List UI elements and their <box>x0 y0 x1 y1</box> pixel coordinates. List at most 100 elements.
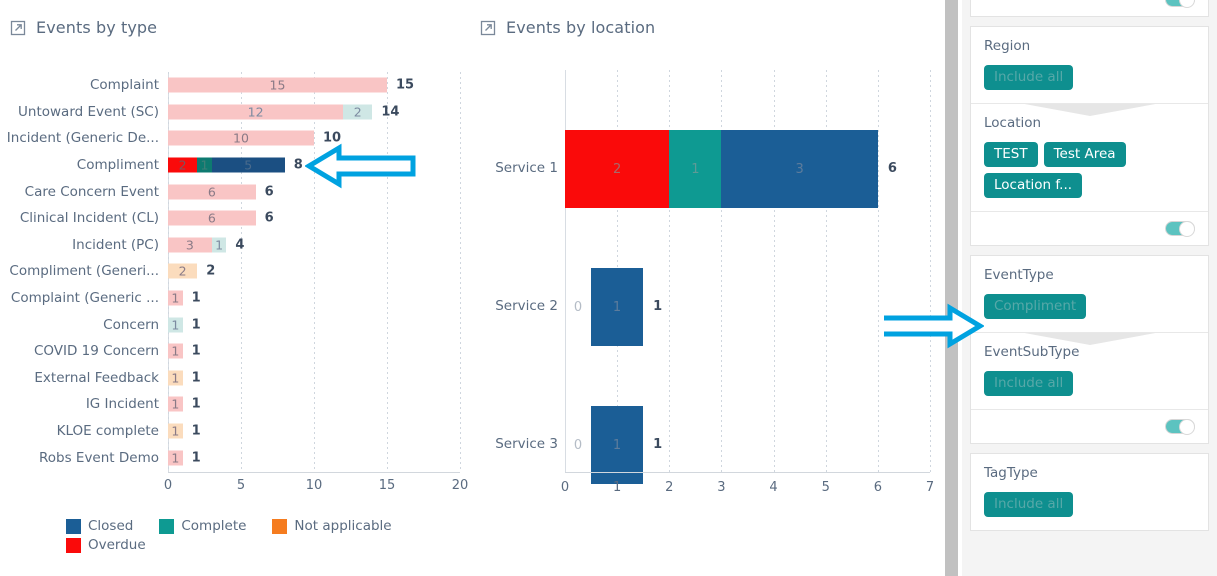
filter-sidebar: Region Include all Location TEST Test Are… <box>962 0 1217 576</box>
x-tick-label: 0 <box>560 480 570 495</box>
bar-category-label: Untoward Event (SC) <box>18 103 159 120</box>
bar-segment[interactable]: 1 <box>168 423 183 439</box>
bar-total-label: 1 <box>191 450 201 466</box>
bar-segment[interactable]: 0 <box>565 268 591 346</box>
table-row: External Feedback 1 1 <box>0 365 460 392</box>
filter-chip[interactable]: TEST <box>984 142 1038 167</box>
events-by-location-title: Events by location <box>506 18 656 37</box>
bar-total-label: 6 <box>264 210 274 226</box>
legend-item[interactable]: Overdue <box>66 537 146 553</box>
bar-stack: 15 <box>168 77 387 93</box>
dashboard-root: Events by type Complaint 15 15 Untoward … <box>0 0 1217 576</box>
bar-segment[interactable]: 1 <box>168 396 183 412</box>
filter-chip-group: TEST Test Area Location f... <box>984 142 1195 198</box>
bar-segment[interactable]: 1 <box>197 157 212 173</box>
legend-item[interactable]: Complete <box>159 518 246 534</box>
filter-card-partial-top <box>970 0 1209 17</box>
table-row: KLOE complete 1 1 <box>0 418 460 445</box>
bar-category-label: Concern <box>103 316 159 333</box>
bar-segment[interactable]: 1 <box>168 290 183 306</box>
bar-segment[interactable]: 1 <box>669 130 722 208</box>
bar-total-label: 1 <box>191 396 201 412</box>
bar-segment[interactable]: 1 <box>168 370 183 386</box>
bar-segment[interactable]: 1 <box>211 237 227 253</box>
legend-item[interactable]: Not applicable <box>272 518 392 534</box>
filter-section: Region Include all <box>971 27 1208 104</box>
toggle-row <box>971 0 1208 16</box>
toggle-row <box>971 410 1208 443</box>
bar-total-label: 1 <box>191 343 201 359</box>
bar-segment[interactable]: 1 <box>168 450 183 466</box>
bar-total-label: 1 <box>191 423 201 439</box>
page-scrollbar[interactable] <box>941 0 962 576</box>
x-tick-label: 7 <box>925 480 935 495</box>
filter-chip[interactable]: Include all <box>984 492 1074 517</box>
bar-category-label: External Feedback <box>34 369 159 386</box>
events-by-type-header: Events by type <box>0 0 470 37</box>
bar-segment[interactable]: 1 <box>591 268 644 346</box>
toggle-knob <box>1179 221 1195 237</box>
bar-stack: 213 <box>565 130 878 208</box>
popout-icon[interactable] <box>10 19 27 36</box>
bar-segment[interactable]: 3 <box>721 130 878 208</box>
legend-item[interactable]: Closed <box>66 518 133 534</box>
bar-segment[interactable]: 2 <box>343 104 373 120</box>
bar-segment[interactable]: 15 <box>168 77 387 93</box>
x-tick-label: 20 <box>451 478 469 493</box>
filter-chip[interactable]: Location f... <box>984 173 1083 198</box>
bar-total-label: 4 <box>235 237 245 253</box>
events-by-location-panel: Events by location Service 1 213 6 Servi… <box>470 0 1217 576</box>
filter-card: Region Include all Location TEST Test Are… <box>970 26 1209 246</box>
bar-segment[interactable]: 5 <box>211 157 285 173</box>
filter-section: EventSubType Include all <box>971 333 1208 410</box>
legend-label: Closed <box>88 518 134 534</box>
filter-chip[interactable]: Include all <box>984 371 1074 396</box>
toggle-knob <box>1179 0 1195 8</box>
bar-track: 31 4 <box>168 232 460 259</box>
gridline <box>460 72 461 472</box>
bar-track: 1 1 <box>168 285 460 312</box>
table-row: Clinical Incident (CL) 6 6 <box>0 205 460 232</box>
x-tick-label: 6 <box>873 480 882 495</box>
filter-chip[interactable]: Include all <box>984 65 1074 90</box>
bar-stack: 6 <box>168 210 256 226</box>
filter-chip[interactable]: Compliment <box>984 294 1087 319</box>
bar-category-label: Incident (Generic De... <box>6 130 159 147</box>
bar-stack: 01 <box>565 268 644 346</box>
bar-stack: 31 <box>168 237 227 253</box>
bar-category-label: COVID 19 Concern <box>33 343 159 360</box>
filter-toggle[interactable] <box>1165 419 1195 435</box>
bar-category-label: Service 1 <box>495 160 558 176</box>
bar-track: 1 1 <box>168 311 460 338</box>
toggle-knob <box>1179 419 1195 435</box>
chart2-x-axis-line <box>565 472 930 473</box>
popout-icon[interactable] <box>480 19 497 36</box>
bar-segment[interactable]: 1 <box>168 317 183 333</box>
filter-toggle[interactable] <box>1165 221 1195 237</box>
bar-segment[interactable]: 2 <box>565 130 670 208</box>
bar-total-label: 1 <box>191 317 201 333</box>
bar-stack: 12 2 <box>168 104 373 120</box>
bar-segment[interactable]: 3 <box>168 237 212 253</box>
bar-segment[interactable]: 12 <box>168 104 344 120</box>
top-toggle[interactable] <box>1165 0 1195 8</box>
bar-category-label: Care Concern Event <box>24 183 159 200</box>
filter-chip-group: Include all <box>984 65 1195 90</box>
bar-segment[interactable]: 6 <box>168 184 256 200</box>
filter-chip[interactable]: Test Area <box>1043 142 1126 167</box>
bar-segment[interactable]: 6 <box>168 210 256 226</box>
filter-section-title: Region <box>984 38 1031 54</box>
table-row: Robs Event Demo 1 1 <box>0 444 460 471</box>
chart1-plot-area: Complaint 15 15 Untoward Event (SC) 12 2 … <box>0 72 460 472</box>
toggle-row <box>971 212 1208 245</box>
bar-total-label: 1 <box>191 370 201 386</box>
bar-category-label: KLOE complete <box>56 423 159 440</box>
bar-segment[interactable]: 1 <box>168 343 183 359</box>
table-row: Concern 1 1 <box>0 311 460 338</box>
filter-section: Location TEST Test Area Location f... <box>971 104 1208 212</box>
bar-segment[interactable]: 2 <box>168 157 198 173</box>
bar-segment[interactable]: 10 <box>168 130 314 146</box>
scrollbar-thumb[interactable] <box>945 0 958 576</box>
bar-segment[interactable]: 2 <box>168 263 198 279</box>
bar-stack: 2 <box>168 263 198 279</box>
